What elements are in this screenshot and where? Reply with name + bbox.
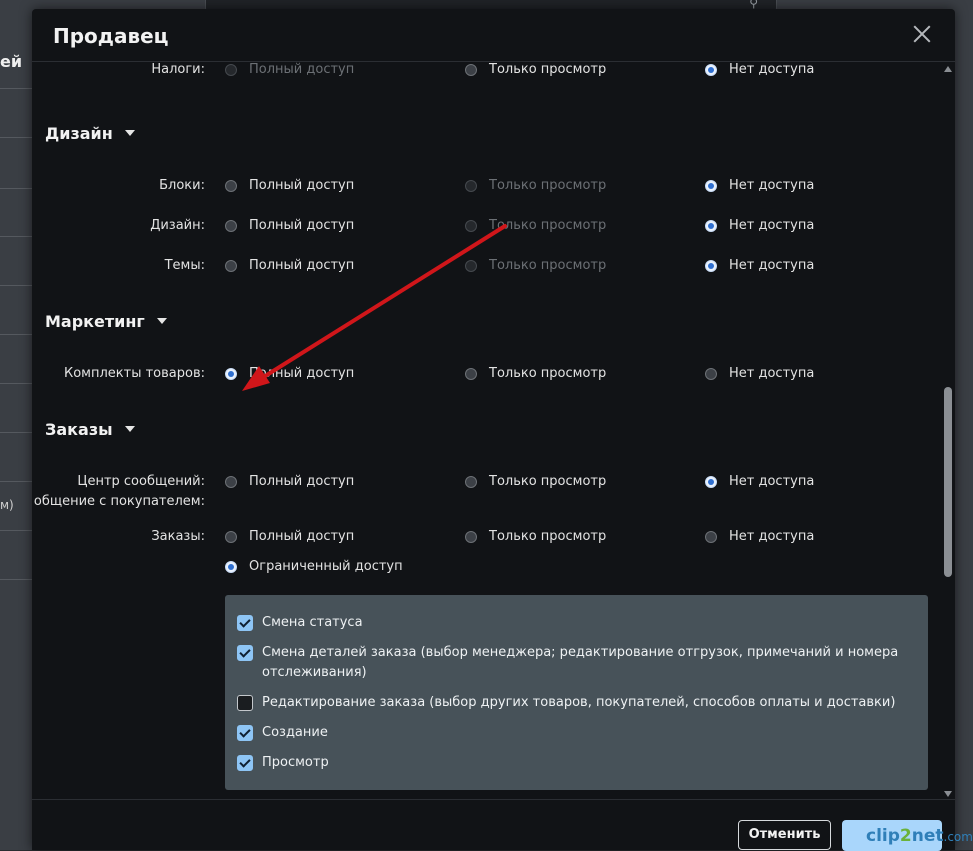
background-divider bbox=[0, 530, 32, 531]
row-label-bundles: Комплекты товаров: bbox=[63, 366, 205, 381]
row-label-messages-line1: Центр сообщений: bbox=[77, 474, 205, 489]
row-label-orders: Заказы: bbox=[151, 529, 205, 544]
radio-themes-no-access[interactable]: Нет доступа bbox=[705, 256, 814, 276]
radio-taxes-no-access[interactable]: Нет доступа bbox=[705, 62, 814, 80]
radio-indicator bbox=[225, 180, 237, 192]
caret-down-icon bbox=[124, 425, 135, 432]
radio-indicator bbox=[225, 64, 237, 76]
radio-design-no-access[interactable]: Нет доступа bbox=[705, 216, 814, 236]
close-icon[interactable] bbox=[911, 23, 933, 45]
radio-indicator bbox=[225, 531, 237, 543]
background-divider bbox=[0, 137, 32, 138]
checkbox-checked-icon bbox=[237, 645, 253, 661]
radio-indicator bbox=[465, 220, 477, 232]
dialog-header: Продавец bbox=[32, 9, 955, 62]
checkbox-create[interactable]: Создание bbox=[237, 723, 902, 743]
radio-indicator bbox=[225, 260, 237, 272]
radio-indicator bbox=[225, 220, 237, 232]
dialog-footer: Отменить bbox=[32, 799, 955, 851]
radio-messages-no-access[interactable]: Нет доступа bbox=[705, 472, 814, 492]
background-divider bbox=[0, 579, 32, 580]
radio-indicator bbox=[465, 531, 477, 543]
seller-permissions-dialog: Продавец Налоги: Полный доступ Только пр… bbox=[32, 9, 955, 851]
checkbox-view[interactable]: Просмотр bbox=[237, 753, 902, 773]
scroll-thumb[interactable] bbox=[944, 387, 952, 577]
background-divider bbox=[0, 432, 32, 433]
radio-blocks-no-access[interactable]: Нет доступа bbox=[705, 176, 814, 196]
checkbox-checked-icon bbox=[237, 615, 253, 631]
radio-indicator bbox=[225, 561, 237, 573]
background-divider bbox=[0, 334, 32, 335]
dialog-body: Налоги: Полный доступ Только просмотр Не… bbox=[32, 62, 940, 799]
radio-indicator bbox=[705, 368, 717, 380]
dialog-scrollbar[interactable] bbox=[941, 62, 955, 799]
radio-messages-full-access[interactable]: Полный доступ bbox=[225, 472, 354, 492]
radio-indicator bbox=[705, 531, 717, 543]
checkbox-checked-icon bbox=[237, 725, 253, 741]
radio-indicator bbox=[465, 476, 477, 488]
radio-indicator bbox=[705, 476, 717, 488]
radio-indicator bbox=[465, 180, 477, 192]
background-divider bbox=[0, 383, 32, 384]
radio-indicator bbox=[465, 64, 477, 76]
section-title-design[interactable]: Дизайн bbox=[45, 124, 135, 143]
watermark-logo: clip2net.com bbox=[866, 826, 973, 846]
row-label-taxes: Налоги: bbox=[151, 62, 205, 77]
radio-indicator bbox=[705, 180, 717, 192]
radio-indicator bbox=[705, 64, 717, 76]
radio-themes-full-access[interactable]: Полный доступ bbox=[225, 256, 354, 276]
background-divider bbox=[0, 481, 32, 482]
radio-taxes-full-access[interactable]: Полный доступ bbox=[225, 62, 354, 80]
background-column-header: ей bbox=[0, 52, 23, 71]
radio-indicator bbox=[225, 368, 237, 380]
radio-blocks-full-access[interactable]: Полный доступ bbox=[225, 176, 354, 196]
radio-themes-view-only[interactable]: Только просмотр bbox=[465, 256, 606, 276]
scroll-up-arrow-icon[interactable] bbox=[944, 66, 952, 72]
checkbox-unchecked-icon bbox=[237, 695, 253, 711]
radio-design-full-access[interactable]: Полный доступ bbox=[225, 216, 354, 236]
radio-design-view-only[interactable]: Только просмотр bbox=[465, 216, 606, 236]
row-label-themes: Темы: bbox=[164, 258, 205, 273]
checkbox-change-status[interactable]: Смена статуса bbox=[237, 613, 902, 633]
limited-access-panel: Смена статуса Смена деталей заказа (выбо… bbox=[225, 595, 928, 790]
radio-indicator bbox=[705, 220, 717, 232]
radio-bundles-no-access[interactable]: Нет доступа bbox=[705, 364, 814, 384]
checkbox-checked-icon bbox=[237, 755, 253, 771]
section-title-orders[interactable]: Заказы bbox=[45, 420, 135, 439]
background-divider bbox=[0, 188, 32, 189]
radio-messages-view-only[interactable]: Только просмотр bbox=[465, 472, 606, 492]
scroll-down-arrow-icon[interactable] bbox=[944, 791, 952, 797]
background-divider bbox=[0, 236, 32, 237]
row-label-messages-line2: общение с покупателем: bbox=[33, 494, 205, 509]
caret-down-icon bbox=[124, 129, 135, 136]
background-divider bbox=[0, 88, 32, 89]
radio-orders-view-only[interactable]: Только просмотр bbox=[465, 527, 606, 547]
radio-bundles-view-only[interactable]: Только просмотр bbox=[465, 364, 606, 384]
radio-blocks-view-only[interactable]: Только просмотр bbox=[465, 176, 606, 196]
radio-bundles-full-access[interactable]: Полный доступ bbox=[225, 364, 354, 384]
radio-indicator bbox=[465, 260, 477, 272]
radio-indicator bbox=[705, 260, 717, 272]
background-cell-text: м) bbox=[0, 498, 14, 512]
dialog-title: Продавец bbox=[53, 24, 169, 48]
radio-orders-limited-access[interactable]: Ограниченный доступ bbox=[225, 557, 403, 577]
background-divider bbox=[0, 285, 32, 286]
cancel-button[interactable]: Отменить bbox=[738, 820, 831, 850]
radio-indicator bbox=[225, 476, 237, 488]
checkbox-edit-order[interactable]: Редактирование заказа (выбор других това… bbox=[237, 693, 902, 713]
section-title-marketing[interactable]: Маркетинг bbox=[45, 312, 167, 331]
radio-orders-no-access[interactable]: Нет доступа bbox=[705, 527, 814, 547]
row-label-design: Дизайн: bbox=[150, 218, 205, 233]
radio-orders-full-access[interactable]: Полный доступ bbox=[225, 527, 354, 547]
radio-indicator bbox=[465, 368, 477, 380]
caret-down-icon bbox=[156, 317, 167, 324]
radio-taxes-view-only[interactable]: Только просмотр bbox=[465, 62, 606, 80]
row-label-blocks: Блоки: bbox=[159, 178, 205, 193]
checkbox-change-order-details[interactable]: Смена деталей заказа (выбор менеджера; р… bbox=[237, 643, 902, 683]
